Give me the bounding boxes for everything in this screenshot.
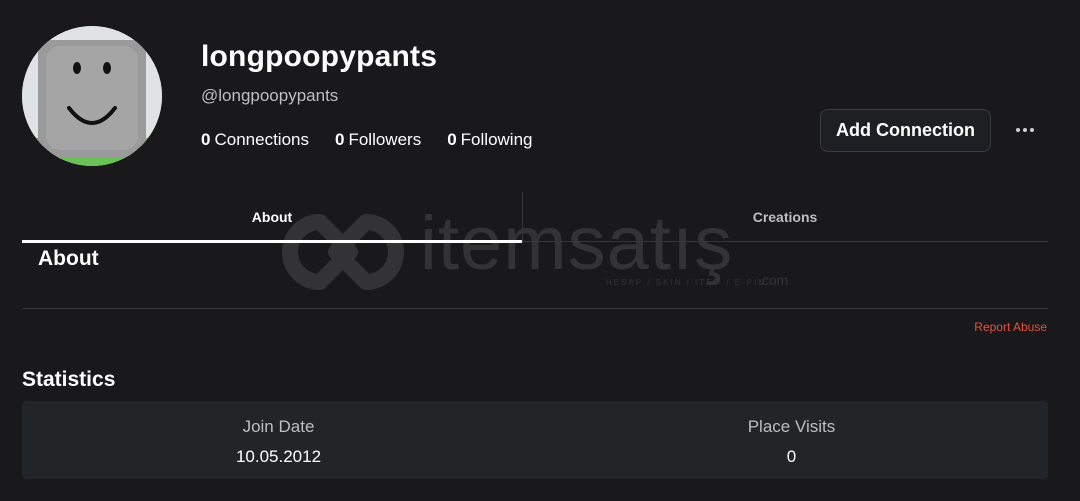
- more-horizontal-icon[interactable]: [1010, 118, 1040, 142]
- connections-label: Connections: [214, 130, 309, 149]
- stat-label: Place Visits: [747, 417, 836, 436]
- watermark-suffix: .com: [758, 272, 789, 288]
- stat-place-visits: Place Visits 0: [535, 401, 1048, 479]
- stat-value: 0: [786, 447, 797, 466]
- add-connection-button[interactable]: Add Connection: [820, 109, 991, 152]
- more-dot: [1023, 128, 1027, 132]
- report-abuse-link[interactable]: Report Abuse: [974, 320, 1047, 334]
- watermark-subtext: HESAP / SKIN / ITEM / E-PIN: [606, 278, 767, 287]
- profile-tabs: About Creations: [22, 192, 1048, 243]
- social-counts: 0 Connections 0 Followers 0 Following: [201, 130, 532, 150]
- following-link[interactable]: 0 Following: [447, 130, 532, 150]
- stat-label: Join Date: [242, 417, 315, 436]
- following-count: 0: [447, 130, 457, 149]
- statistics-heading: Statistics: [22, 368, 116, 391]
- tab-creations[interactable]: Creations: [522, 192, 1048, 241]
- avatar-image: [22, 26, 162, 166]
- avatar[interactable]: [22, 26, 162, 166]
- more-dot: [1016, 128, 1020, 132]
- divider: [22, 308, 1048, 309]
- stat-join-date: Join Date 10.05.2012: [22, 401, 535, 479]
- followers-label: Followers: [348, 130, 422, 149]
- following-label: Following: [460, 130, 533, 149]
- statistics-panel: Join Date 10.05.2012 Place Visits 0: [22, 401, 1048, 479]
- display-name: longpoopypants: [201, 40, 438, 73]
- stat-value: 10.05.2012: [235, 447, 322, 466]
- followers-count: 0: [334, 130, 345, 149]
- about-heading: About: [38, 247, 99, 270]
- connections-count: 0: [201, 130, 211, 149]
- more-dot: [1030, 128, 1034, 132]
- tab-about[interactable]: About: [22, 192, 522, 243]
- connections-link[interactable]: 0 Connections: [201, 130, 309, 150]
- username-handle: @longpoopypants: [201, 86, 339, 105]
- followers-link[interactable]: 0 Followers: [335, 130, 421, 150]
